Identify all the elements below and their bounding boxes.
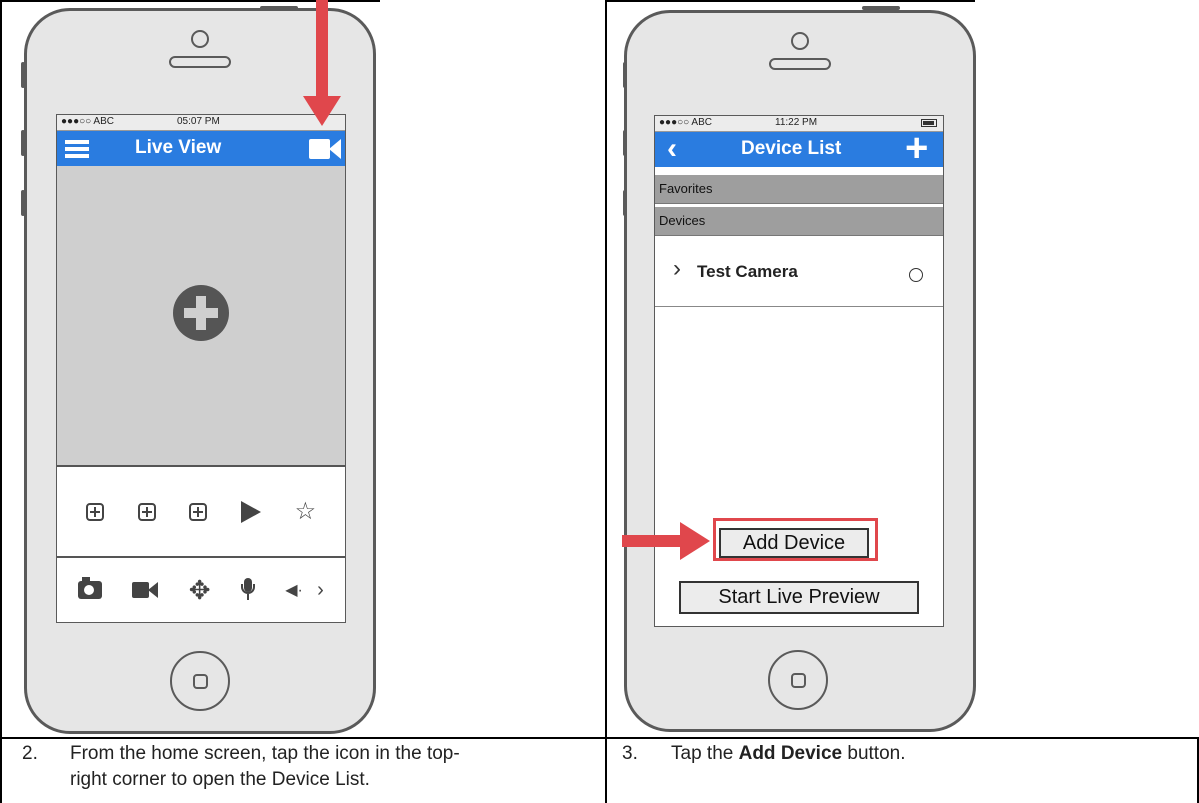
table-top-border-right bbox=[605, 0, 975, 2]
add-split-2-icon[interactable] bbox=[137, 503, 156, 521]
view-toolbar: ☆ bbox=[57, 467, 345, 557]
add-split-1-icon[interactable] bbox=[85, 503, 104, 521]
section-favorites: Favorites bbox=[655, 175, 943, 204]
chevron-right-icon: › bbox=[673, 255, 681, 282]
step3-text: Tap the Add Device button. bbox=[671, 741, 905, 767]
pointer-arrow-head bbox=[680, 522, 710, 560]
step3-pre: Tap the bbox=[671, 743, 739, 764]
camera-icon[interactable] bbox=[78, 577, 103, 599]
add-view-icon[interactable] bbox=[173, 285, 229, 341]
back-icon[interactable]: ‹ bbox=[667, 132, 677, 166]
video-icon[interactable] bbox=[132, 582, 159, 598]
control-toolbar: ✥ ◀· › bbox=[57, 558, 345, 622]
menu-icon[interactable] bbox=[65, 140, 89, 158]
mic-icon[interactable] bbox=[240, 578, 255, 602]
start-live-preview-button[interactable]: Start Live Preview bbox=[679, 581, 919, 614]
table-row-separator bbox=[0, 737, 1199, 739]
status-bar: ●●●○○ ABC 05:07 PM bbox=[57, 115, 345, 131]
step2-number: 2. bbox=[22, 743, 38, 764]
add-device-highlight bbox=[713, 518, 878, 561]
star-icon[interactable]: ☆ bbox=[295, 500, 317, 524]
camera-dot bbox=[191, 30, 209, 48]
table-divider bbox=[605, 0, 607, 803]
device-row[interactable]: › Test Camera bbox=[655, 241, 943, 307]
add-split-3-icon[interactable] bbox=[189, 503, 208, 521]
device-name: Test Camera bbox=[697, 262, 798, 281]
carrier-label: ●●●○○ ABC bbox=[659, 117, 712, 128]
left-screen: ●●●○○ ABC 05:07 PM Live View ☆ ✥ ◀· › bbox=[56, 114, 346, 623]
status-bar: ●●●○○ ABC 11:22 PM bbox=[655, 116, 943, 132]
table-left-border bbox=[0, 0, 2, 803]
nav-bar: Live View bbox=[57, 131, 345, 166]
carrier-label: ●●●○○ ABC bbox=[61, 116, 114, 127]
step3-number: 3. bbox=[622, 743, 638, 764]
step3-bold: Add Device bbox=[738, 743, 843, 764]
step2-line1: From the home screen, tap the icon in th… bbox=[70, 743, 460, 764]
speaker-slot bbox=[769, 58, 831, 70]
add-icon[interactable]: + bbox=[905, 126, 928, 171]
nav-title: Device List bbox=[741, 138, 842, 159]
nav-title: Live View bbox=[135, 137, 222, 158]
camera-dot bbox=[791, 32, 809, 50]
pointer-arrow-shaft bbox=[316, 0, 328, 100]
device-radio[interactable] bbox=[909, 268, 923, 282]
time-label: 11:22 PM bbox=[775, 117, 818, 128]
time-label: 05:07 PM bbox=[177, 116, 220, 127]
speaker-slot bbox=[169, 56, 231, 68]
speaker-icon[interactable]: ◀· bbox=[285, 580, 303, 600]
play-icon[interactable] bbox=[240, 501, 261, 523]
live-view-area[interactable] bbox=[57, 166, 345, 466]
move-icon[interactable]: ✥ bbox=[189, 577, 211, 603]
pointer-arrow-shaft bbox=[622, 535, 682, 547]
nav-bar: ‹ Device List + bbox=[655, 126, 943, 170]
home-button[interactable] bbox=[170, 651, 230, 711]
chevron-right-icon[interactable]: › bbox=[317, 579, 324, 602]
pointer-arrow-head bbox=[303, 96, 341, 126]
section-devices: Devices bbox=[655, 207, 943, 236]
video-camera-icon[interactable] bbox=[309, 139, 341, 159]
home-button[interactable] bbox=[768, 650, 828, 710]
step3-post: button. bbox=[842, 743, 906, 764]
step2-line2: right corner to open the Device List. bbox=[70, 769, 370, 790]
